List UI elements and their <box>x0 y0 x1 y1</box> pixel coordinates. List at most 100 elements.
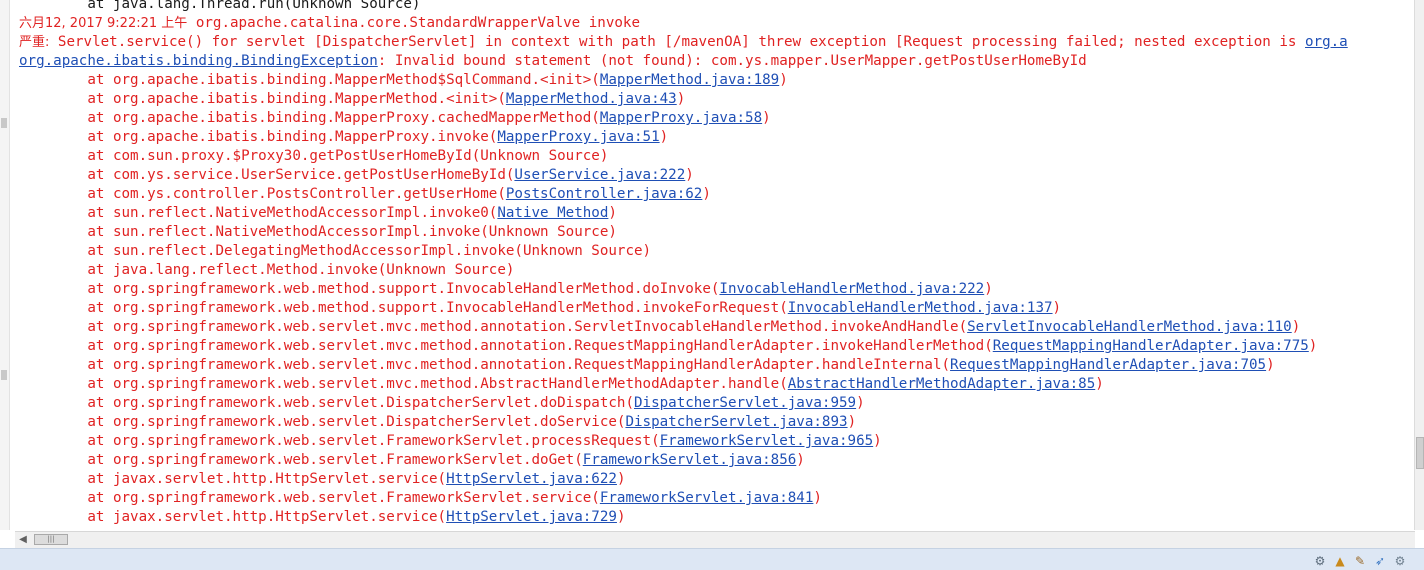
source-link[interactable]: FrameworkServlet.java:856 <box>583 452 797 468</box>
stack-frame-method: at org.springframework.web.servlet.Frame… <box>19 433 660 449</box>
stack-frame: at org.apache.ibatis.binding.MapperMetho… <box>19 71 1415 90</box>
stack-frame-close: ) <box>762 110 771 126</box>
settings-icon[interactable]: ⚙ <box>1312 553 1328 569</box>
stack-frame-method: at com.ys.service.UserService.getPostUse… <box>19 167 515 183</box>
stack-frame-close: ) <box>616 471 626 487</box>
stack-frame: at org.apache.ibatis.binding.MapperMetho… <box>19 90 1415 109</box>
stack-frame: at com.ys.controller.PostsController.get… <box>19 185 1415 204</box>
stack-frame: at org.springframework.web.servlet.mvc.m… <box>19 318 1415 337</box>
source-link[interactable]: FrameworkServlet.java:841 <box>600 490 814 506</box>
source-link[interactable]: MapperMethod.java:43 <box>506 91 677 107</box>
stack-frame: at org.apache.ibatis.binding.MapperProxy… <box>19 109 1415 128</box>
stack-frame-close: ) <box>659 129 669 145</box>
stack-frame: at org.springframework.web.servlet.Frame… <box>19 432 1415 451</box>
horizontal-scrollbar[interactable]: ◀ ||| <box>15 531 1415 548</box>
stack-frame: at org.springframework.web.servlet.Dispa… <box>19 413 1415 432</box>
error-message: Servlet.service() for servlet [Dispatche… <box>49 34 1306 50</box>
source-link[interactable]: HttpServlet.java:729 <box>446 509 617 525</box>
source-link[interactable]: MapperProxy.java:58 <box>600 110 762 126</box>
source-link[interactable]: DispatcherServlet.java:959 <box>634 395 856 411</box>
stack-frame: at sun.reflect.NativeMethodAccessorImpl.… <box>19 223 1415 242</box>
stack-frame-close: ) <box>813 490 822 506</box>
stack-frame-method: at org.springframework.web.servlet.Dispa… <box>19 414 626 430</box>
console-line-error: 严重: Servlet.service() for servlet [Dispa… <box>19 33 1415 52</box>
stack-frame-method: at sun.reflect.NativeMethodAccessorImpl.… <box>19 224 617 240</box>
console-line-prev: at java.lang.Thread.run(Unknown Source) <box>19 0 421 12</box>
stack-frame-method: at org.springframework.web.servlet.Frame… <box>19 452 583 468</box>
stack-frame-close: ) <box>1308 338 1318 354</box>
source-link[interactable]: MapperMethod.java:189 <box>600 72 779 88</box>
stack-frame-close: ) <box>1266 357 1275 373</box>
stack-frame: at com.ys.service.UserService.getPostUse… <box>19 166 1415 185</box>
stack-frame-method: at org.springframework.web.method.suppor… <box>19 300 788 316</box>
gutter-marker <box>1 118 7 128</box>
scroll-left-icon[interactable]: ◀ <box>15 532 31 548</box>
gear-icon[interactable]: ⚙ <box>1392 553 1408 569</box>
pencil-icon[interactable]: ✎ <box>1352 553 1368 569</box>
stack-frame-method: at org.apache.ibatis.binding.MapperMetho… <box>19 72 600 88</box>
console-output: at java.lang.Thread.run(Unknown Source) … <box>19 0 1415 530</box>
stack-frame-close: ) <box>608 205 617 221</box>
source-link[interactable]: Native Method <box>497 205 608 221</box>
stack-frame-method: at java.lang.reflect.Method.invoke(Unkno… <box>19 262 515 278</box>
stack-frame-close: ) <box>1052 300 1062 316</box>
source-link[interactable]: HttpServlet.java:622 <box>446 471 617 487</box>
stack-frame: at org.springframework.web.servlet.Dispa… <box>19 394 1415 413</box>
source-link[interactable]: InvocableHandlerMethod.java:137 <box>788 300 1053 316</box>
rocket-icon[interactable]: ➶ <box>1372 553 1388 569</box>
stack-frame-method: at org.springframework.web.servlet.mvc.m… <box>19 357 951 373</box>
stack-frame: at sun.reflect.DelegatingMethodAccessorI… <box>19 242 1415 261</box>
stack-frame: at java.lang.reflect.Method.invoke(Unkno… <box>19 261 1415 280</box>
stack-frame-close: ) <box>856 395 865 411</box>
stack-frame-method: at org.springframework.web.method.suppor… <box>19 281 720 297</box>
source-link[interactable]: UserService.java:222 <box>514 167 685 183</box>
source-link[interactable]: InvocableHandlerMethod.java:222 <box>719 281 984 297</box>
stack-frame: at sun.reflect.NativeMethodAccessorImpl.… <box>19 204 1415 223</box>
stack-frame: at org.springframework.web.servlet.mvc.m… <box>19 375 1415 394</box>
stack-frame-method: at javax.servlet.http.HttpServlet.servic… <box>19 509 447 525</box>
stack-frame: at org.springframework.web.servlet.mvc.m… <box>19 356 1415 375</box>
stack-frame-close: ) <box>1291 319 1301 335</box>
hat-icon[interactable]: ▲ <box>1332 553 1348 569</box>
stack-frame: at com.sun.proxy.$Proxy30.getPostUserHom… <box>19 147 1415 166</box>
exception-message: : Invalid bound statement (not found): c… <box>377 53 1087 69</box>
source-link[interactable]: ServletInvocableHandlerMethod.java:110 <box>967 319 1292 335</box>
stack-frame: at org.apache.ibatis.binding.MapperProxy… <box>19 128 1415 147</box>
stack-frame-method: at javax.servlet.http.HttpServlet.servic… <box>19 471 447 487</box>
log-timestamp: 六月12, 2017 9:22:21 上午 <box>19 16 188 31</box>
gutter-marker <box>1 370 7 380</box>
log-source: org.apache.catalina.core.StandardWrapper… <box>187 15 640 31</box>
stack-frame-method: at com.sun.proxy.$Proxy30.getPostUserHom… <box>19 148 609 164</box>
source-link[interactable]: RequestMappingHandlerAdapter.java:775 <box>993 338 1309 354</box>
stack-frame: at javax.servlet.http.HttpServlet.servic… <box>19 508 1415 527</box>
stack-frame-method: at org.springframework.web.servlet.mvc.m… <box>19 338 993 354</box>
stack-frame-method: at sun.reflect.NativeMethodAccessorImpl.… <box>19 205 498 221</box>
stack-frame: at org.springframework.web.servlet.Frame… <box>19 489 1415 508</box>
console-line-timestamp: 六月12, 2017 9:22:21 上午 org.apache.catalin… <box>19 14 1415 33</box>
source-link[interactable]: FrameworkServlet.java:965 <box>660 433 874 449</box>
source-link[interactable]: MapperProxy.java:51 <box>497 129 659 145</box>
stack-frame-close: ) <box>702 186 711 202</box>
log-severity: 严重: <box>19 35 50 50</box>
stack-frame-close: ) <box>1095 376 1104 392</box>
stack-frame: at org.springframework.web.servlet.mvc.m… <box>19 337 1415 356</box>
stack-trace: at org.apache.ibatis.binding.MapperMetho… <box>19 71 1415 527</box>
vertical-scroll-thumb[interactable] <box>1416 437 1424 469</box>
source-link[interactable]: PostsController.java:62 <box>506 186 702 202</box>
stack-frame-close: ) <box>779 72 788 88</box>
source-link[interactable]: RequestMappingHandlerAdapter.java:705 <box>950 357 1266 373</box>
source-link[interactable]: AbstractHandlerMethodAdapter.java:85 <box>788 376 1096 392</box>
console-line-exception: org.apache.ibatis.binding.BindingExcepti… <box>19 52 1415 71</box>
horizontal-scroll-thumb[interactable]: ||| <box>34 534 68 545</box>
stack-frame-method: at org.apache.ibatis.binding.MapperProxy… <box>19 110 600 126</box>
stack-frame-method: at org.apache.ibatis.binding.MapperProxy… <box>19 129 498 145</box>
stack-frame-close: ) <box>616 509 626 525</box>
stack-frame-close: ) <box>847 414 857 430</box>
vertical-scrollbar[interactable] <box>1414 0 1424 530</box>
stack-frame-close: ) <box>796 452 805 468</box>
left-gutter <box>0 0 10 530</box>
exception-link-truncated[interactable]: org.a <box>1305 34 1348 50</box>
source-link[interactable]: DispatcherServlet.java:893 <box>625 414 847 430</box>
exception-class-link[interactable]: org.apache.ibatis.binding.BindingExcepti… <box>19 53 378 69</box>
stack-frame-method: at org.springframework.web.servlet.Dispa… <box>19 395 634 411</box>
